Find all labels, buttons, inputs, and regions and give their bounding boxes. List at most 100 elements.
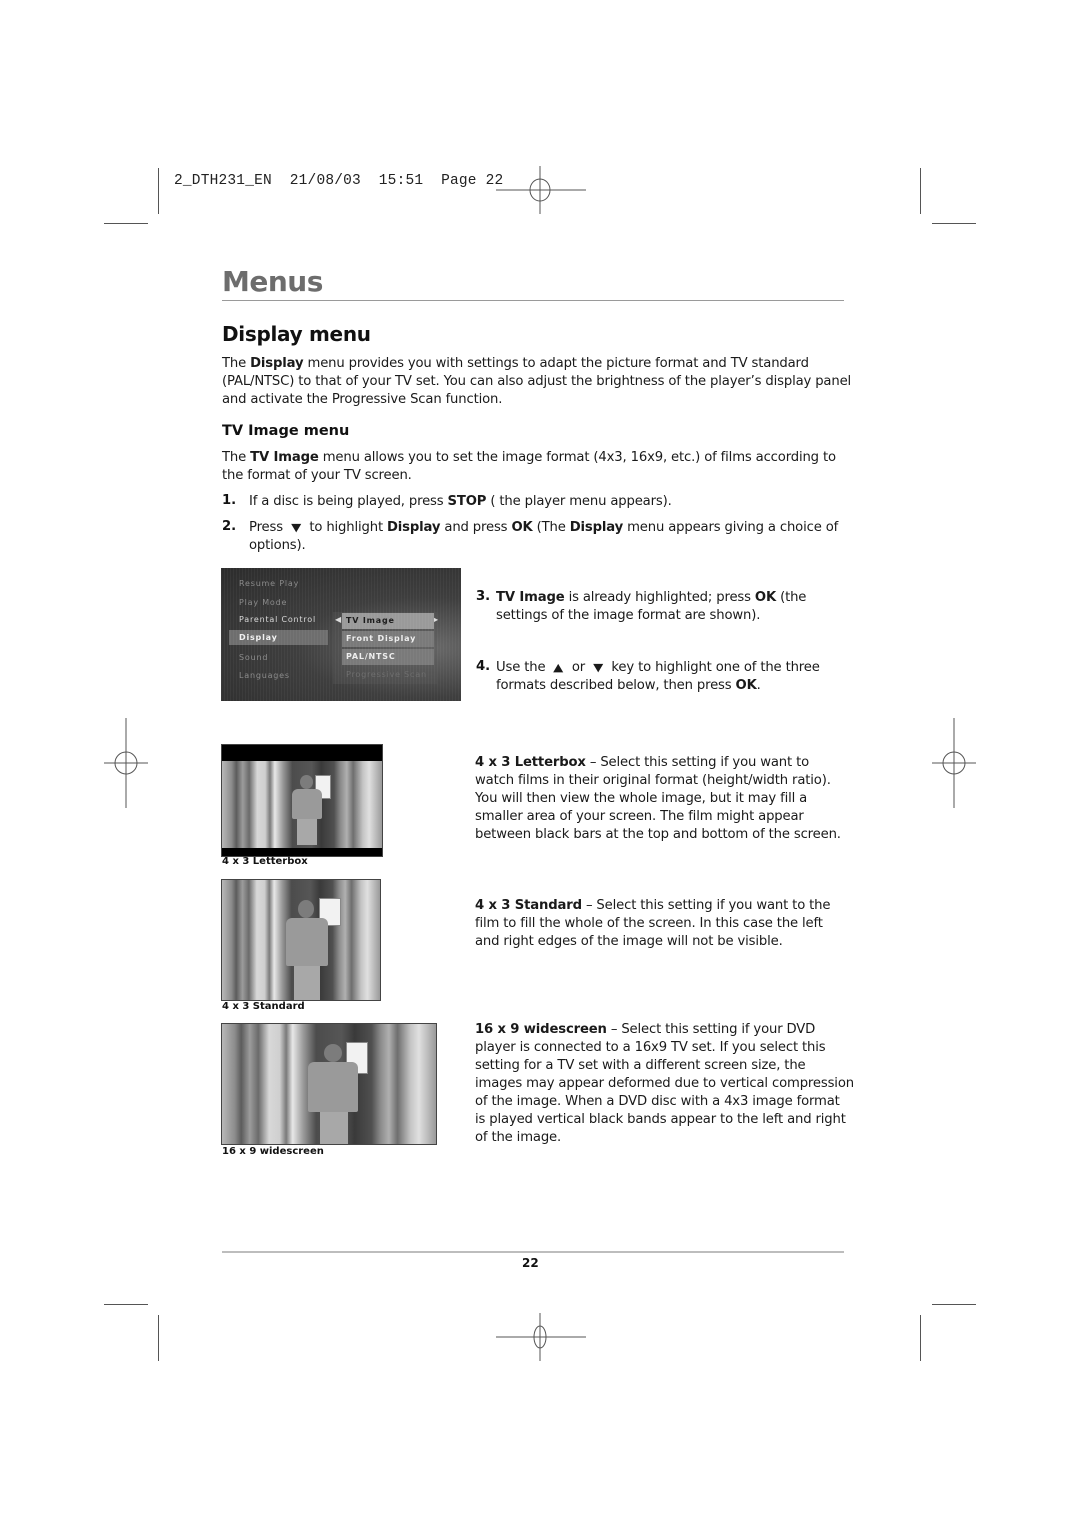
text: and activate the Progressive Scan functi… <box>222 392 503 407</box>
format-description-widescreen: 16 x 9 widescreen – Select this setting … <box>475 1021 855 1147</box>
bold-text: TV Image <box>250 450 319 465</box>
format-title: 16 x 9 widescreen <box>475 1022 607 1037</box>
down-arrow-icon: ▼ <box>291 521 302 534</box>
crop-mark <box>932 1304 976 1305</box>
text: – Select this setting if you want to the <box>581 898 831 913</box>
letterbox-example-image <box>221 744 383 857</box>
submenu-item-selected: TV Image <box>342 613 434 629</box>
text: key to highlight one of the three <box>607 660 820 675</box>
text: of the image. When a DVD disc with a 4x3… <box>475 1094 840 1109</box>
text: Use the <box>496 660 550 675</box>
slug-file: 2_DTH231_EN <box>174 173 272 189</box>
crop-mark <box>920 168 921 214</box>
menu-item-active: Display <box>229 630 328 645</box>
text: the format of your TV screen. <box>222 468 412 483</box>
crop-mark <box>104 223 148 224</box>
submenu-panel <box>333 612 437 684</box>
image-detail <box>300 775 313 789</box>
key-stop: STOP <box>447 494 487 509</box>
text: options). <box>249 538 306 553</box>
slug-time: 15:51 <box>378 173 424 189</box>
text: menu allows you to set the image format … <box>318 450 836 465</box>
crop-mark <box>932 223 976 224</box>
header-rule <box>222 300 844 301</box>
standard-example-image <box>221 879 381 1001</box>
step-number: 1. <box>222 493 237 508</box>
text: images may appear deformed due to vertic… <box>475 1076 854 1091</box>
text: and press <box>440 520 512 535</box>
menu-item: Parental Control <box>239 615 316 624</box>
text: The <box>222 356 251 371</box>
image-detail <box>286 918 328 966</box>
up-arrow-icon: ▲ <box>553 661 564 674</box>
menu-item: Resume Play <box>239 579 300 588</box>
tv-image-intro: The TV Image menu allows you to set the … <box>222 449 862 485</box>
text: Press <box>249 520 287 535</box>
chapter-title: Menus <box>222 265 323 298</box>
text: ( the player menu appears). <box>486 494 672 509</box>
registration-mark-right-icon <box>932 718 976 808</box>
text: watch films in their original format (he… <box>475 773 831 788</box>
crop-mark <box>104 1304 148 1305</box>
image-caption: 4 x 3 Letterbox <box>222 856 308 867</box>
text: smaller area of your screen. The film mi… <box>475 809 804 824</box>
text: or <box>567 660 590 675</box>
text: If a disc is being played, press <box>249 494 448 509</box>
text: – Select this setting if you want to <box>585 755 810 770</box>
section-title: Display menu <box>222 322 371 346</box>
text: (PAL/NTSC) to that of your TV set. You c… <box>222 374 852 389</box>
submenu-item: Front Display <box>342 631 434 647</box>
image-caption: 4 x 3 Standard <box>222 1001 305 1012</box>
crop-mark <box>158 168 159 214</box>
down-arrow-icon: ▼ <box>593 661 604 674</box>
right-arrow-icon: ▶ <box>432 615 439 624</box>
text: formats described below, then press <box>496 678 736 693</box>
image-detail <box>292 789 322 819</box>
intro-paragraph: The Display menu provides you with setti… <box>222 355 862 409</box>
subsection-title: TV Image menu <box>222 423 350 439</box>
text: The <box>222 450 251 465</box>
format-title: 4 x 3 Standard <box>475 898 582 913</box>
text: – Select this setting if your DVD <box>606 1022 816 1037</box>
bold-text: TV Image <box>496 590 565 605</box>
image-detail <box>294 966 320 1000</box>
crop-mark <box>158 1315 159 1361</box>
key-ok: OK <box>735 678 757 693</box>
letterbox-bar-top <box>222 745 382 761</box>
text: settings of the image format are shown). <box>496 608 761 623</box>
text: to highlight <box>305 520 388 535</box>
image-caption: 16 x 9 widescreen <box>222 1146 324 1157</box>
format-description-letterbox: 4 x 3 Letterbox – Select this setting if… <box>475 754 855 844</box>
submenu-item: PAL/NTSC <box>342 649 434 665</box>
image-detail <box>298 900 314 918</box>
page-number: 22 <box>522 1256 539 1270</box>
step-3: TV Image is already highlighted; press O… <box>496 589 856 625</box>
registration-mark-top-icon <box>496 166 586 214</box>
text: is played vertical black bands appear to… <box>475 1112 846 1127</box>
format-title: 4 x 3 Letterbox <box>475 755 586 770</box>
text: player is connected to a 16x9 TV set. If… <box>475 1040 826 1055</box>
crop-mark <box>920 1315 921 1361</box>
left-arrow-icon: ◀ <box>335 615 342 624</box>
registration-mark-bottom-icon <box>496 1313 586 1361</box>
key-ok: OK <box>754 590 777 605</box>
text: menu appears giving a choice of <box>623 520 839 535</box>
text: (The <box>532 520 570 535</box>
image-detail <box>320 1112 348 1144</box>
bold-text: Display <box>250 356 304 371</box>
text: You will then view the whole image, but … <box>475 791 808 806</box>
step-4: Use the ▲ or ▼ key to highlight one of t… <box>496 659 856 695</box>
print-slug: 2_DTH231_EN 21/08/03 15:51 Page 22 <box>174 173 503 189</box>
widescreen-example-image <box>221 1023 437 1145</box>
step-1: If a disc is being played, press STOP ( … <box>249 493 849 511</box>
menu-item: Sound <box>239 653 269 662</box>
text: setting for a TV set with a different sc… <box>475 1058 806 1073</box>
step-number: 4. <box>476 659 491 674</box>
step-number: 2. <box>222 519 237 534</box>
letterbox-bar-bottom <box>222 848 382 856</box>
key-ok: OK <box>511 520 533 535</box>
format-description-standard: 4 x 3 Standard – Select this setting if … <box>475 897 855 951</box>
menu-item: Play Mode <box>239 598 288 607</box>
step-2: Press ▼ to highlight Display and press O… <box>249 519 849 555</box>
footer-rule <box>222 1251 844 1253</box>
